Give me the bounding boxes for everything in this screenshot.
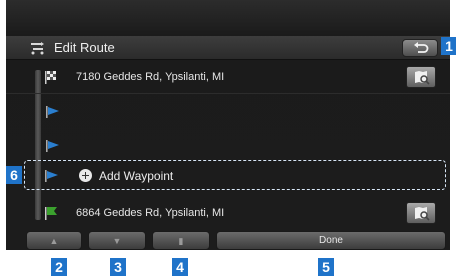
end-map-button[interactable] <box>406 202 436 224</box>
done-label: Done <box>319 235 343 246</box>
start-address: 7180 Geddes Rd, Ypsilanti, MI <box>76 71 225 83</box>
done-button[interactable]: Done <box>216 231 446 250</box>
down-arrow-icon: ▼ <box>112 236 122 246</box>
end-address: 6864 Geddes Rd, Ypsilanti, MI <box>76 207 225 219</box>
callout-badge: 1 <box>441 37 456 55</box>
up-arrow-icon: ▲ <box>49 236 59 246</box>
route-start-row[interactable]: 7180 Geddes Rd, Ypsilanti, MI <box>6 60 450 94</box>
map-search-icon <box>415 71 430 85</box>
green-flag-icon <box>45 207 57 220</box>
waypoint-flag-icon <box>46 140 59 152</box>
route-icon <box>31 42 44 55</box>
waypoint-flag-icon <box>45 170 58 182</box>
callout-badge: 6 <box>6 166 22 184</box>
callout-badge: 5 <box>318 258 334 276</box>
back-arrow-icon <box>414 42 429 53</box>
trash-icon: ▮ <box>178 236 184 246</box>
move-up-button[interactable]: ▲ <box>26 231 82 250</box>
start-map-button[interactable] <box>406 66 436 88</box>
callout-badge: 3 <box>110 258 126 276</box>
delete-button[interactable]: ▮ <box>152 231 210 250</box>
plus-circle-icon <box>79 169 92 182</box>
waypoint-flag-icon <box>46 106 59 118</box>
checkered-flag-icon <box>45 71 56 84</box>
callout-badge: 2 <box>51 258 67 276</box>
navigation-screen: Edit Route 7180 Geddes Rd, Ypsilanti, MI <box>6 0 450 250</box>
back-button[interactable] <box>402 39 438 57</box>
callout-badge: 4 <box>172 258 188 276</box>
bottom-toolbar: ▲ ▼ ▮ Done <box>6 231 450 250</box>
add-waypoint-row[interactable]: Add Waypoint <box>24 160 446 190</box>
route-end-row[interactable]: 6864 Geddes Rd, Ypsilanti, MI <box>6 196 450 230</box>
page-title: Edit Route <box>54 40 115 55</box>
move-down-button[interactable]: ▼ <box>88 231 146 250</box>
add-waypoint-label: Add Waypoint <box>99 169 174 183</box>
title-bar: Edit Route <box>6 36 450 60</box>
map-search-icon <box>415 207 430 221</box>
